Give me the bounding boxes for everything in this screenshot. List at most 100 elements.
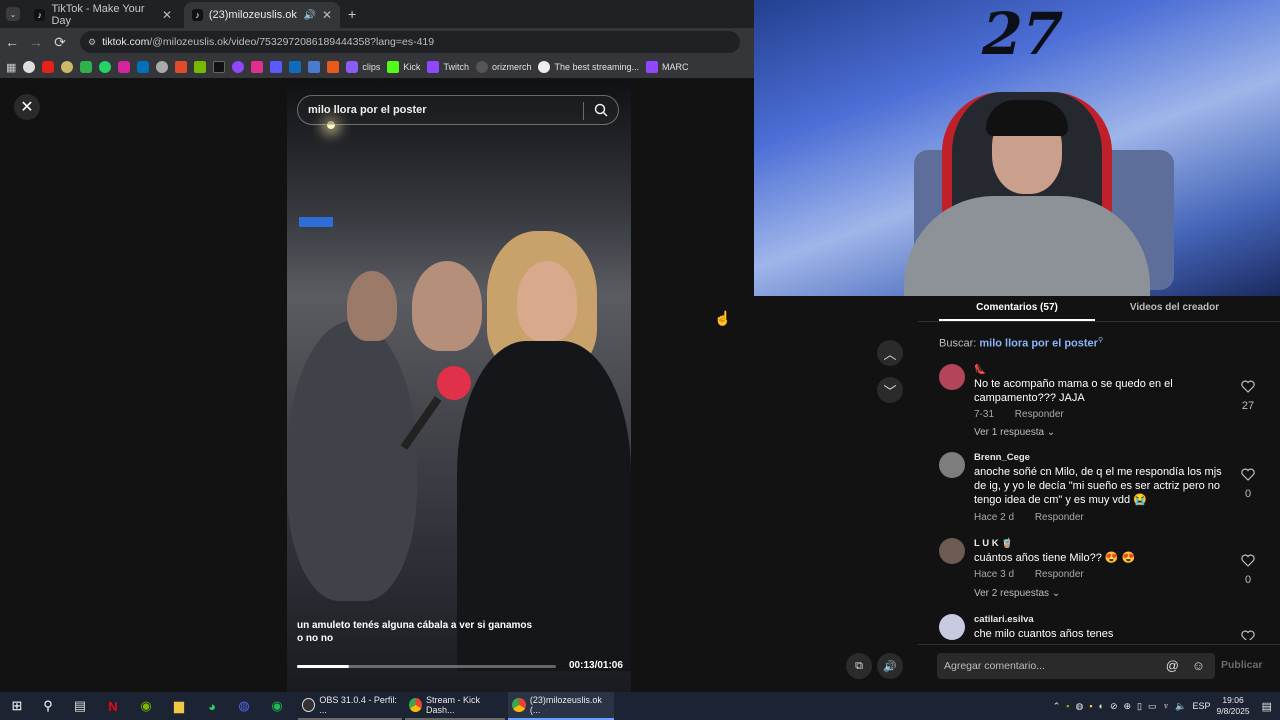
spotify-icon[interactable]: ◉ bbox=[268, 697, 286, 715]
tray-icon[interactable]: ◐ bbox=[1099, 701, 1104, 711]
nvidia-icon[interactable]: ◉ bbox=[137, 697, 155, 715]
audio-playing-icon[interactable]: 🔊 bbox=[303, 10, 315, 21]
replies-label: Ver 1 respuesta bbox=[974, 427, 1045, 438]
search-query-link[interactable]: milo llora por el poster bbox=[979, 338, 1098, 350]
paypal-icon[interactable] bbox=[137, 61, 150, 73]
bookmark-icon[interactable] bbox=[270, 61, 283, 73]
chevron-down-icon: ﹀ bbox=[883, 383, 897, 399]
outlook-icon[interactable] bbox=[289, 61, 302, 73]
notifications-icon[interactable]: ▤ bbox=[1262, 700, 1272, 713]
tray-icon[interactable]: ⊘ bbox=[1110, 701, 1118, 712]
netflix-icon[interactable]: N bbox=[104, 697, 122, 715]
language-indicator[interactable]: ESP bbox=[1192, 701, 1210, 711]
bookmark-icon[interactable] bbox=[61, 61, 74, 73]
close-tab-icon[interactable]: ✕ bbox=[322, 8, 332, 22]
video-progress-bar[interactable] bbox=[297, 665, 556, 668]
volume-icon[interactable]: 🔈 bbox=[1175, 701, 1186, 712]
video-search-box[interactable]: milo llora por el poster bbox=[297, 95, 619, 125]
tray-arrow-icon[interactable]: ⌃ bbox=[1053, 701, 1061, 712]
youtube-icon[interactable] bbox=[42, 61, 55, 73]
avatar[interactable] bbox=[939, 538, 965, 564]
back-icon[interactable]: ← bbox=[0, 34, 24, 50]
bookmark-streaming[interactable]: The best streaming... bbox=[538, 61, 639, 73]
url-field[interactable]: ⚙ tiktok.com /@milozeuslis.ok/video/7532… bbox=[80, 31, 740, 53]
file-explorer-icon[interactable]: ▆ bbox=[170, 697, 188, 715]
bookmark-icon[interactable] bbox=[175, 61, 188, 73]
close-video-button[interactable]: ✕ bbox=[14, 94, 40, 120]
tab-creator-videos[interactable]: Videos del creador bbox=[1118, 302, 1231, 313]
nvidia-tray-icon[interactable]: ▪ bbox=[1066, 701, 1069, 711]
microphone-icon[interactable]: ♆ bbox=[1163, 701, 1170, 711]
bookmark-icon[interactable] bbox=[327, 61, 340, 73]
whatsapp-icon[interactable] bbox=[99, 61, 112, 73]
volume-button[interactable]: 🔊 bbox=[877, 653, 903, 679]
bookmark-kick[interactable]: Kick bbox=[387, 61, 420, 73]
bookmark-icon[interactable] bbox=[194, 61, 207, 73]
site-info-icon[interactable]: ⚙ bbox=[88, 37, 96, 48]
tab-search-button[interactable]: ⌄ bbox=[6, 7, 20, 21]
avatar[interactable] bbox=[939, 614, 965, 640]
bookmark-icon[interactable] bbox=[156, 61, 169, 73]
taskbar-app-tiktok[interactable]: (23)milozeuslis.ok (... bbox=[508, 692, 614, 720]
apps-grid-icon[interactable]: ▦ bbox=[6, 61, 16, 74]
bookmark-marc[interactable]: MARC bbox=[646, 61, 689, 73]
translate-icon[interactable] bbox=[308, 61, 321, 73]
bookmark-orizmerch[interactable]: orizmerch bbox=[475, 61, 531, 73]
like-button[interactable] bbox=[1237, 630, 1259, 640]
comment-username[interactable]: catilari.esilva bbox=[974, 614, 1034, 625]
avatar[interactable] bbox=[939, 452, 965, 478]
like-button[interactable]: 0 bbox=[1237, 468, 1259, 500]
publish-button[interactable]: Publicar bbox=[1221, 659, 1262, 671]
task-view-icon[interactable]: ▤ bbox=[71, 697, 89, 715]
bookmark-twitch[interactable]: Twitch bbox=[427, 61, 469, 73]
emoji-icon[interactable]: ☺ bbox=[1192, 658, 1205, 673]
reply-button[interactable]: Responder bbox=[1035, 569, 1084, 580]
reload-icon[interactable]: ⟳ bbox=[48, 34, 72, 51]
tray-icon[interactable]: ⊕ bbox=[1124, 701, 1132, 712]
whatsapp-icon[interactable]: ◕ bbox=[203, 697, 221, 715]
discord-tray-icon[interactable]: ◍ bbox=[1075, 701, 1083, 712]
bookmark-clips[interactable]: clips bbox=[346, 61, 380, 73]
close-tab-icon[interactable]: ✕ bbox=[162, 8, 172, 22]
comment-input[interactable]: Agregar comentario... @ ☺ bbox=[937, 653, 1215, 679]
view-replies-button[interactable]: Ver 2 respuestas ⌄ bbox=[974, 588, 1060, 599]
mention-icon[interactable]: @ bbox=[1166, 658, 1179, 673]
previous-video-button[interactable]: ︿ bbox=[877, 340, 903, 366]
forward-icon[interactable]: → bbox=[24, 34, 48, 50]
view-replies-button[interactable]: Ver 1 respuesta ⌄ bbox=[974, 427, 1055, 438]
reply-button[interactable]: Responder bbox=[1015, 409, 1064, 420]
tiktok-icon[interactable] bbox=[213, 61, 226, 73]
tray-icon[interactable]: ▪ bbox=[1089, 701, 1092, 711]
floating-player-button[interactable]: ⧉ bbox=[846, 653, 872, 679]
next-video-button[interactable]: ﹀ bbox=[877, 377, 903, 403]
comment-username[interactable]: Brenn_Cege bbox=[974, 452, 1030, 463]
new-tab-button[interactable]: + bbox=[348, 6, 356, 22]
battery-icon[interactable]: ▯ bbox=[1137, 701, 1142, 712]
avatar[interactable] bbox=[939, 364, 965, 390]
clock[interactable]: 19:06 9/8/2025 bbox=[1217, 695, 1250, 717]
bookmark-icon[interactable] bbox=[251, 61, 264, 73]
like-button[interactable]: 27 bbox=[1237, 380, 1259, 412]
comment-username[interactable]: 👠 bbox=[974, 364, 986, 375]
taskbar-app-kick[interactable]: Stream - Kick Dash... bbox=[405, 692, 505, 720]
search-icon[interactable] bbox=[594, 103, 608, 120]
windows-start-icon[interactable]: ⊞ bbox=[8, 697, 26, 715]
heart-icon bbox=[1237, 380, 1259, 398]
heart-icon bbox=[1237, 630, 1259, 640]
video-player[interactable]: milo llora por el poster un amuleto tené… bbox=[287, 81, 631, 692]
reply-button[interactable]: Responder bbox=[1035, 512, 1084, 523]
instagram-icon[interactable] bbox=[118, 61, 131, 73]
bookmark-icon[interactable] bbox=[232, 61, 245, 73]
bookmark-icon[interactable] bbox=[80, 61, 93, 73]
comment-username[interactable]: L U K 🧋 bbox=[974, 538, 1013, 549]
network-icon[interactable]: ▭ bbox=[1148, 701, 1157, 712]
browser-tab-tiktok[interactable]: ♪ TikTok - Make Your Day ✕ bbox=[26, 2, 180, 28]
google-icon[interactable] bbox=[23, 61, 36, 73]
search-icon[interactable]: ⚲ bbox=[39, 697, 57, 715]
taskbar-app-obs[interactable]: OBS 31.0.4 - Perfil: ... bbox=[298, 692, 402, 720]
chrome-icon bbox=[512, 698, 526, 712]
browser-tab-active[interactable]: ♪ (23)milozeuslis.ok (@miloze 🔊 ✕ bbox=[184, 2, 340, 28]
like-button[interactable]: 0 bbox=[1237, 554, 1259, 586]
tab-comments[interactable]: Comentarios (57) bbox=[939, 302, 1095, 313]
discord-icon[interactable]: ◍ bbox=[235, 697, 253, 715]
